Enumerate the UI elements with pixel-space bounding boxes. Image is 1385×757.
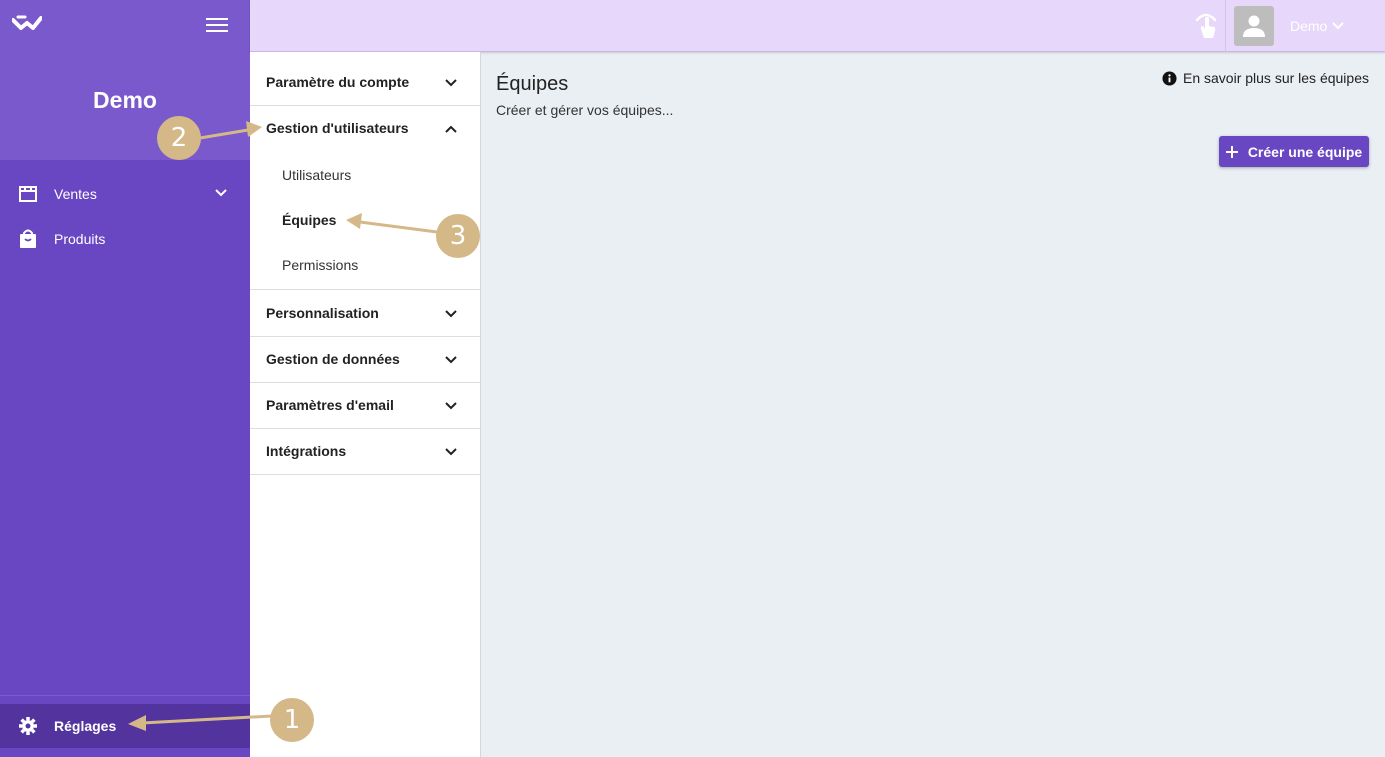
info-icon [1162, 70, 1177, 86]
sidebar-item-label: Ventes [54, 186, 97, 202]
section-label: Gestion d'utilisateurs [266, 120, 409, 136]
section-gestion-donnees: Gestion de données [250, 336, 480, 383]
submenu-item-utilisateurs[interactable]: Utilisateurs [282, 167, 351, 183]
settings-menu: Paramètre du compte Gestion d'utilisateu… [250, 52, 481, 757]
learn-more-label: En savoir plus sur les équipes [1183, 70, 1369, 86]
section-label: Paramètres d'email [266, 397, 394, 413]
section-header[interactable]: Intégrations [250, 428, 480, 474]
annotation-callout-3: 3 [436, 214, 480, 258]
user-icon [1243, 15, 1265, 37]
section-header[interactable]: Paramètre du compte [250, 59, 480, 105]
sidebar-header: Demo [0, 0, 250, 160]
submenu-item-permissions[interactable]: Permissions [282, 257, 358, 273]
chevron-down-icon [445, 448, 457, 456]
chevron-down-icon [445, 356, 457, 364]
chevron-down-icon [445, 310, 457, 318]
gear-icon [17, 715, 39, 737]
annotation-callout-1: 1 [270, 698, 314, 742]
user-menu[interactable]: Demo [1290, 18, 1345, 34]
chevron-up-icon [445, 125, 457, 133]
divider [0, 695, 250, 696]
plus-icon [1225, 145, 1238, 158]
top-bar: Demo [250, 0, 1385, 52]
chevron-down-icon [1332, 22, 1345, 30]
submenu-item-equipes[interactable]: Équipes [282, 212, 336, 228]
section-label: Paramètre du compte [266, 74, 410, 90]
chevron-down-icon [445, 79, 457, 87]
annotation-callout-2: 2 [157, 116, 201, 160]
section-label: Intégrations [266, 443, 347, 459]
chevron-down-icon [445, 402, 457, 410]
hamburger-menu-icon[interactable] [206, 18, 228, 34]
sidebar-item-label: Réglages [54, 718, 117, 734]
shopping-bag-icon [17, 228, 39, 250]
section-label: Gestion de données [266, 351, 400, 367]
section-header[interactable]: Personnalisation [250, 290, 480, 336]
sidebar-item-label: Produits [54, 231, 106, 247]
main-sidebar: Demo Ventes Produits Réglages [0, 0, 250, 757]
section-personnalisation: Personnalisation [250, 290, 480, 337]
section-header[interactable]: Gestion d'utilisateurs [250, 105, 480, 151]
create-team-label: Créer une équipe [1247, 143, 1363, 160]
sidebar-item-reglages[interactable]: Réglages [0, 704, 250, 748]
chevron-down-icon [215, 189, 227, 197]
learn-more-link[interactable]: En savoir plus sur les équipes [1162, 70, 1369, 86]
page-title: Équipes [496, 73, 569, 95]
section-gestion-utilisateurs: Gestion d'utilisateurs Utilisateurs Équi… [250, 105, 480, 290]
divider [1225, 0, 1226, 52]
store-icon [17, 183, 39, 205]
brand-name: Demo [93, 87, 157, 113]
sidebar-item-ventes[interactable]: Ventes [0, 172, 250, 216]
section-integrations: Intégrations [250, 428, 480, 475]
page-subtitle: Créer et gérer vos équipes... [496, 102, 674, 118]
section-header[interactable]: Paramètres d'email [250, 382, 480, 428]
avatar[interactable] [1234, 6, 1274, 46]
section-parametres-email: Paramètres d'email [250, 382, 480, 429]
sidebar-item-produits[interactable]: Produits [0, 217, 250, 261]
user-name-label: Demo [1290, 18, 1328, 34]
section-header[interactable]: Gestion de données [250, 336, 480, 382]
section-label: Personnalisation [266, 305, 379, 321]
create-team-button[interactable]: Créer une équipe [1219, 136, 1369, 167]
touch-gesture-icon[interactable] [1193, 12, 1219, 40]
section-parametre-du-compte: Paramètre du compte [250, 59, 480, 106]
app-logo-icon[interactable] [12, 14, 42, 36]
